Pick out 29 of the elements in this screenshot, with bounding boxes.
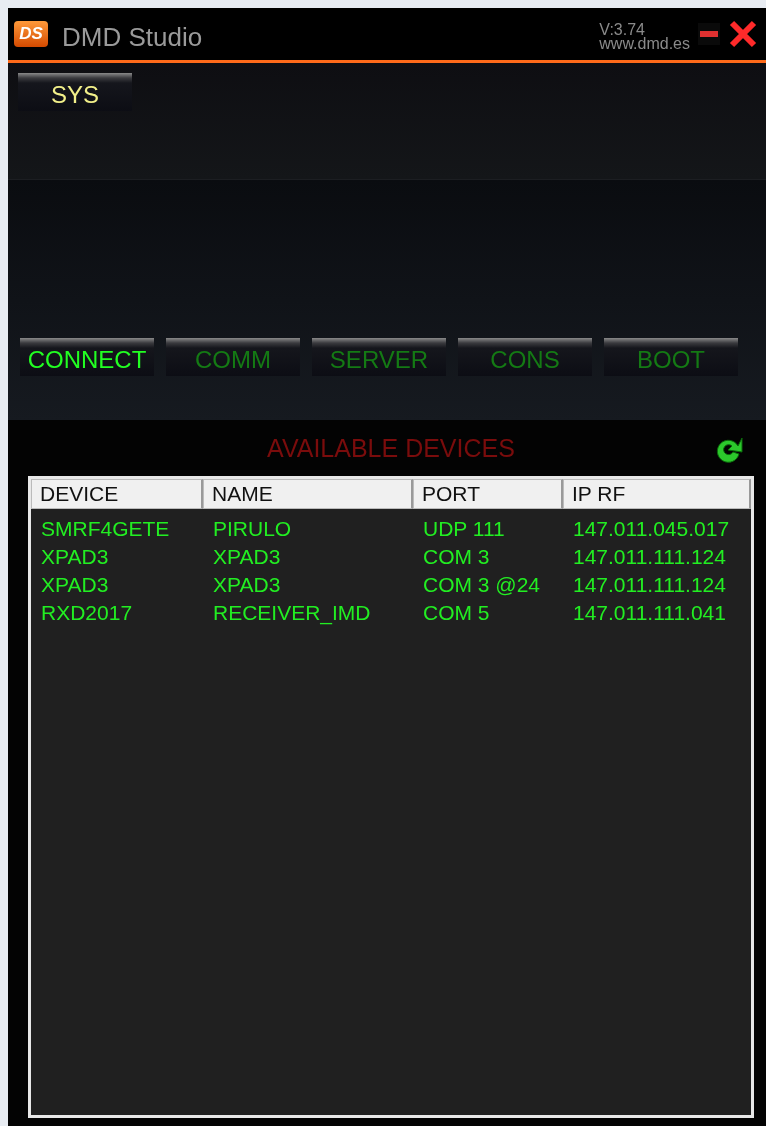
table-cell-text: COM 3 @24	[422, 572, 542, 598]
table-cell-text: XPAD3	[212, 572, 282, 598]
table-cell-text: RXD2017	[40, 600, 134, 626]
table-cell-text: XPAD3	[212, 544, 282, 570]
close-button[interactable]	[728, 19, 758, 49]
section-title: AVAILABLE DEVICES	[267, 433, 515, 463]
window-title: DMD Studio	[62, 20, 204, 53]
table-cell-text: XPAD3	[40, 544, 110, 570]
table-cell-text: 147.011.111.041	[572, 600, 727, 626]
app-logo: DS	[14, 21, 48, 47]
column-header[interactable]: IP RF	[563, 479, 751, 509]
column-header[interactable]: NAME	[203, 479, 413, 509]
column-header[interactable]: DEVICE	[31, 479, 203, 509]
sys-button[interactable]: SYS	[18, 73, 132, 111]
table-cell-text: 147.011.111.124	[572, 572, 727, 598]
column-header[interactable]: PORT	[413, 479, 563, 509]
table-cell-text: COM 5	[422, 600, 491, 626]
table-cell-text: 147.011.111.124	[572, 544, 727, 570]
table-cell-text: XPAD3	[40, 572, 110, 598]
version-label: V:3.74	[599, 23, 645, 37]
table-cell-text: SMRF4GETE	[40, 516, 171, 542]
table-cell-text: 147.011.045.017	[572, 516, 731, 542]
table-cell-text: RECEIVER_IMD	[212, 600, 372, 627]
table-cell-text: PIRULO	[212, 516, 293, 542]
website-label: www.dmd.es	[599, 37, 690, 51]
minimize-button[interactable]	[698, 23, 720, 45]
tab[interactable]: CONNECT	[20, 338, 154, 376]
table-cell-text: UDP 111	[422, 516, 506, 542]
table-cell-text: COM 3	[422, 544, 491, 570]
